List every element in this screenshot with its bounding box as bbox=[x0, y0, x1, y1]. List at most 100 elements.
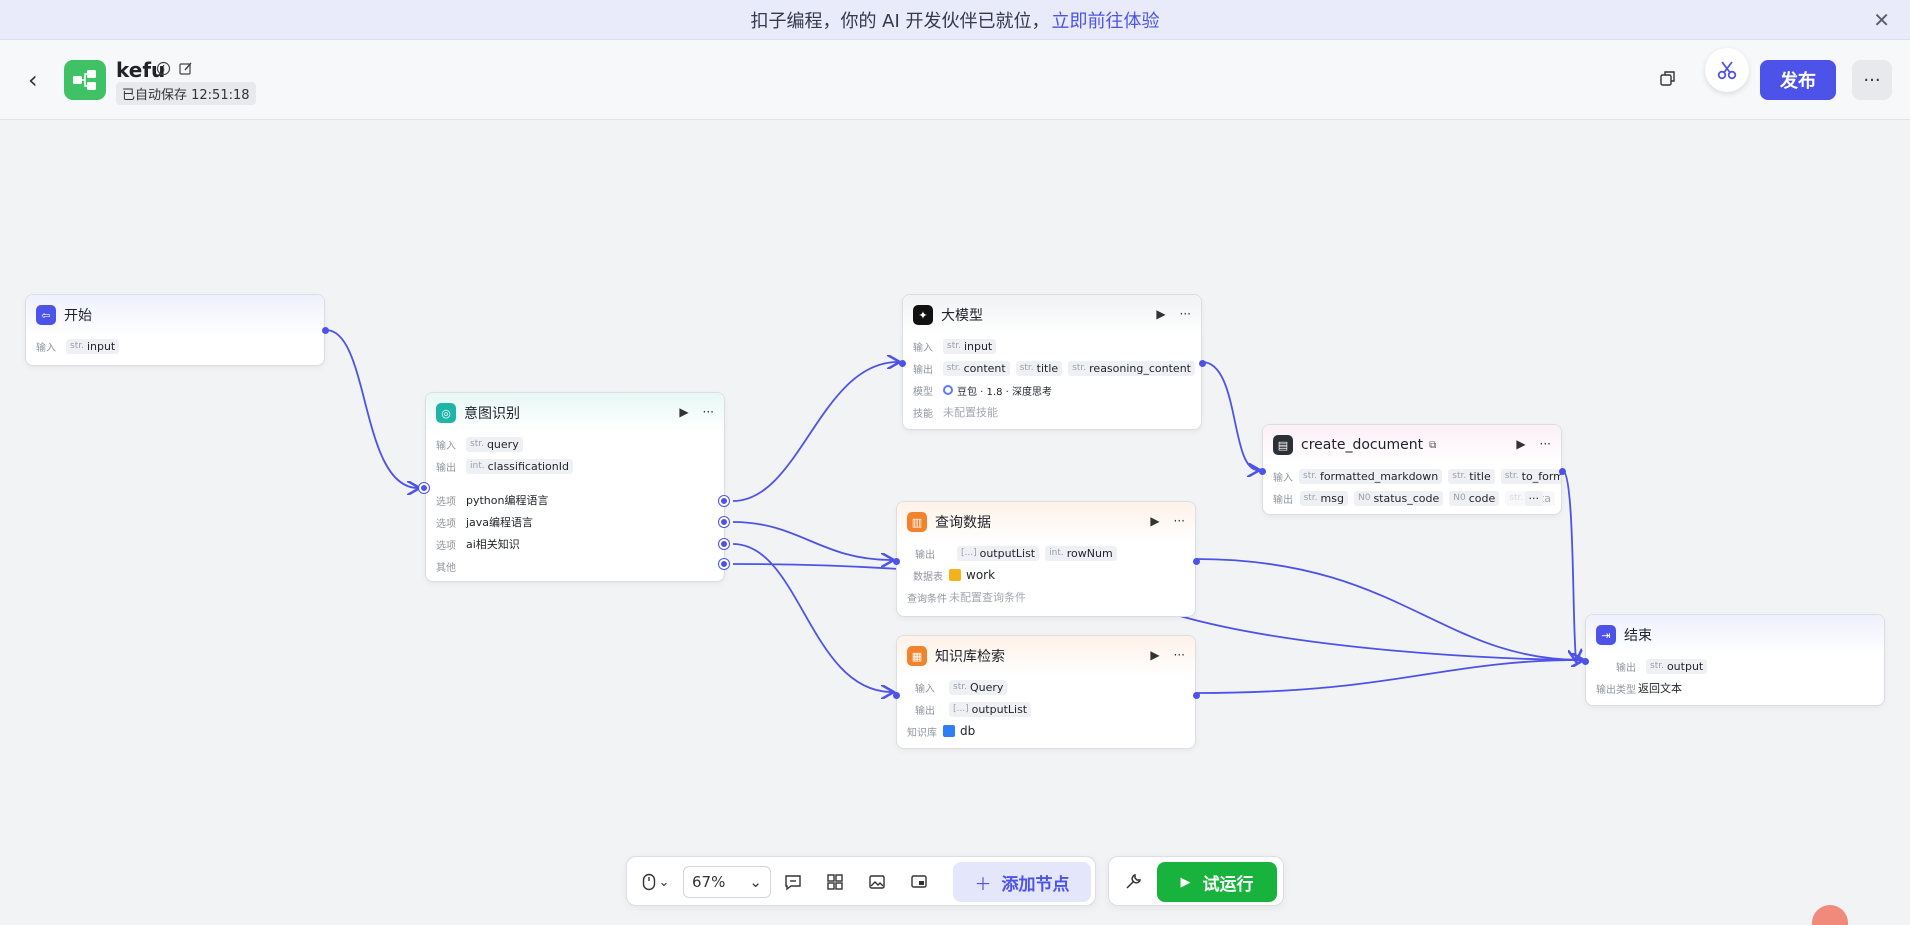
edge-createdoc-end[interactable] bbox=[1561, 469, 1576, 660]
param-tag: str. title bbox=[1015, 360, 1063, 376]
node-create-document[interactable]: ▤ create_document ⧉ ▶ ··· 输入 str. formatte… bbox=[1259, 424, 1566, 515]
copy-icon[interactable] bbox=[1658, 68, 1682, 92]
plugin-icon: ▤ bbox=[1273, 435, 1293, 455]
kb-icon bbox=[943, 725, 955, 737]
output-port[interactable] bbox=[1193, 692, 1200, 699]
node-title: 开始 bbox=[64, 308, 92, 324]
param-tag: str. title bbox=[1448, 468, 1495, 484]
node-more-icon[interactable]: ··· bbox=[1540, 437, 1551, 451]
input-port[interactable] bbox=[1582, 658, 1589, 665]
edit-icon[interactable] bbox=[178, 61, 194, 77]
start-icon: ⇦ bbox=[36, 305, 56, 325]
info-icon[interactable] bbox=[156, 61, 172, 77]
node-title: create_document bbox=[1301, 437, 1424, 453]
node-title: 大模型 bbox=[941, 308, 983, 324]
node-more-icon[interactable]: ··· bbox=[1174, 648, 1185, 662]
chevron-down-icon: ⌄ bbox=[749, 873, 762, 891]
edge-start-intent[interactable] bbox=[325, 329, 418, 488]
minimap-icon[interactable] bbox=[907, 870, 931, 894]
input-port[interactable] bbox=[1259, 468, 1266, 475]
edge-querydata-end[interactable] bbox=[1195, 558, 1582, 660]
node-title: 意图识别 bbox=[464, 406, 520, 422]
chevron-left-icon[interactable]: ‹ bbox=[28, 66, 38, 94]
database-icon: ▥ bbox=[907, 512, 927, 532]
param-tag: N0 code bbox=[1449, 490, 1500, 506]
knowledge-icon: ▦ bbox=[907, 646, 927, 666]
workflow-header: ‹ kefu 已自动保存 12:51:18 发布 ··· bbox=[0, 40, 1910, 120]
edge-llm-createdoc[interactable] bbox=[1201, 361, 1258, 470]
assistant-avatar[interactable] bbox=[1812, 905, 1848, 925]
option-port[interactable] bbox=[719, 496, 729, 506]
param-tag: int. rowNum bbox=[1045, 545, 1117, 561]
run-node-icon[interactable]: ▶ bbox=[1150, 514, 1159, 528]
input-port[interactable] bbox=[893, 558, 900, 565]
run-node-icon[interactable]: ▶ bbox=[679, 405, 688, 419]
canvas-toolbar: ⌄ 67% ⌄ ＋ 添加节点 bbox=[626, 856, 1096, 906]
more-options-button[interactable]: ··· bbox=[1852, 60, 1892, 100]
run-toolbar: ▶ 试运行 bbox=[1108, 856, 1284, 906]
model-value: 豆包 · 1.8 · 深度思考 bbox=[957, 386, 1052, 398]
node-intent-recognition[interactable]: ◎ 意图识别 ▶ ··· 输入 str. query 输出 int. classifi… bbox=[419, 392, 729, 582]
node-end[interactable]: ⇥ 结束 输出 str. output 输出类型 返回文本 bbox=[1582, 614, 1885, 706]
test-run-button[interactable]: ▶ 试运行 bbox=[1157, 862, 1277, 902]
link-icon[interactable]: ⧉ bbox=[1429, 440, 1436, 451]
node-llm[interactable]: ✦ 大模型 ▶ ··· 输入 str. input 输出 str. content s… bbox=[899, 294, 1206, 430]
edge-knowledge-end[interactable] bbox=[1195, 660, 1582, 694]
output-port[interactable] bbox=[322, 327, 329, 334]
input-port[interactable] bbox=[419, 483, 429, 493]
node-query-data[interactable]: ▥ 查询数据 ▶ ··· 输出 [...] outputList int. rowNu… bbox=[893, 501, 1200, 617]
run-node-icon[interactable]: ▶ bbox=[1516, 437, 1525, 451]
output-port[interactable] bbox=[1199, 360, 1206, 367]
zoom-value: 67% bbox=[692, 873, 726, 891]
comment-icon[interactable] bbox=[781, 870, 805, 894]
intent-option-other: 其他 bbox=[436, 562, 456, 574]
node-title: 结束 bbox=[1624, 628, 1652, 644]
scissors-button[interactable] bbox=[1705, 48, 1749, 92]
autosave-status: 已自动保存 12:51:18 bbox=[116, 82, 256, 105]
param-tag: str. input bbox=[943, 338, 997, 354]
run-node-icon[interactable]: ▶ bbox=[1156, 307, 1165, 321]
node-knowledge-retrieval[interactable]: ▦ 知识库检索 ▶ ··· 输入 str. Query 输出 [...] output… bbox=[893, 635, 1200, 749]
node-more-icon[interactable]: ··· bbox=[1180, 307, 1191, 321]
run-node-icon[interactable]: ▶ bbox=[1150, 648, 1159, 662]
option-port[interactable] bbox=[719, 517, 729, 527]
banner-text: 扣子编程，你的 AI 开发伙伴已就位， bbox=[750, 10, 1050, 32]
image-icon[interactable] bbox=[865, 870, 889, 894]
input-port[interactable] bbox=[893, 692, 900, 699]
node-title: 知识库检索 bbox=[935, 649, 1005, 665]
edge-intent-knowledge[interactable] bbox=[732, 543, 892, 692]
intent-option: 选项 java编程语言 bbox=[436, 516, 534, 530]
param-tag: N0 status_code bbox=[1353, 490, 1444, 506]
table-icon bbox=[949, 569, 961, 581]
chevron-down-icon[interactable]: ⌄ bbox=[657, 870, 671, 894]
edge-intent-llm[interactable] bbox=[732, 362, 898, 502]
output-port[interactable] bbox=[1559, 468, 1566, 475]
scissors-icon bbox=[1717, 61, 1737, 80]
intent-option: 选项 python编程语言 bbox=[436, 494, 549, 508]
more-params-button[interactable]: ··· bbox=[1524, 490, 1543, 506]
edge-intent-querydata[interactable] bbox=[732, 521, 892, 560]
node-start[interactable]: ⇦ 开始 输入 str. input bbox=[25, 294, 329, 366]
publish-button[interactable]: 发布 bbox=[1760, 60, 1836, 100]
add-node-button[interactable]: ＋ 添加节点 bbox=[953, 862, 1091, 902]
close-icon[interactable]: ✕ bbox=[1873, 8, 1890, 32]
option-port[interactable] bbox=[719, 559, 729, 569]
param-tag: str. input bbox=[66, 338, 120, 354]
zoom-select[interactable]: 67% ⌄ bbox=[683, 866, 771, 898]
node-more-icon[interactable]: ··· bbox=[1174, 514, 1185, 528]
intent-icon: ◎ bbox=[436, 403, 456, 423]
param-tag: str. output bbox=[1646, 658, 1708, 674]
option-port[interactable] bbox=[719, 539, 729, 549]
param-tag: [...] outputList bbox=[957, 545, 1040, 561]
param-tag: str. msg bbox=[1299, 490, 1348, 506]
layout-icon[interactable] bbox=[823, 870, 847, 894]
output-port[interactable] bbox=[1193, 558, 1200, 565]
app-icon bbox=[64, 60, 106, 100]
wrench-icon[interactable] bbox=[1121, 870, 1145, 894]
workflow-edges bbox=[325, 329, 1910, 925]
param-tag: str. query bbox=[466, 436, 523, 452]
node-more-icon[interactable]: ··· bbox=[703, 405, 714, 419]
banner-link[interactable]: 立即前往体验 bbox=[1052, 7, 1160, 33]
param-tag: int. classificationId bbox=[466, 458, 573, 474]
input-port[interactable] bbox=[899, 360, 906, 367]
